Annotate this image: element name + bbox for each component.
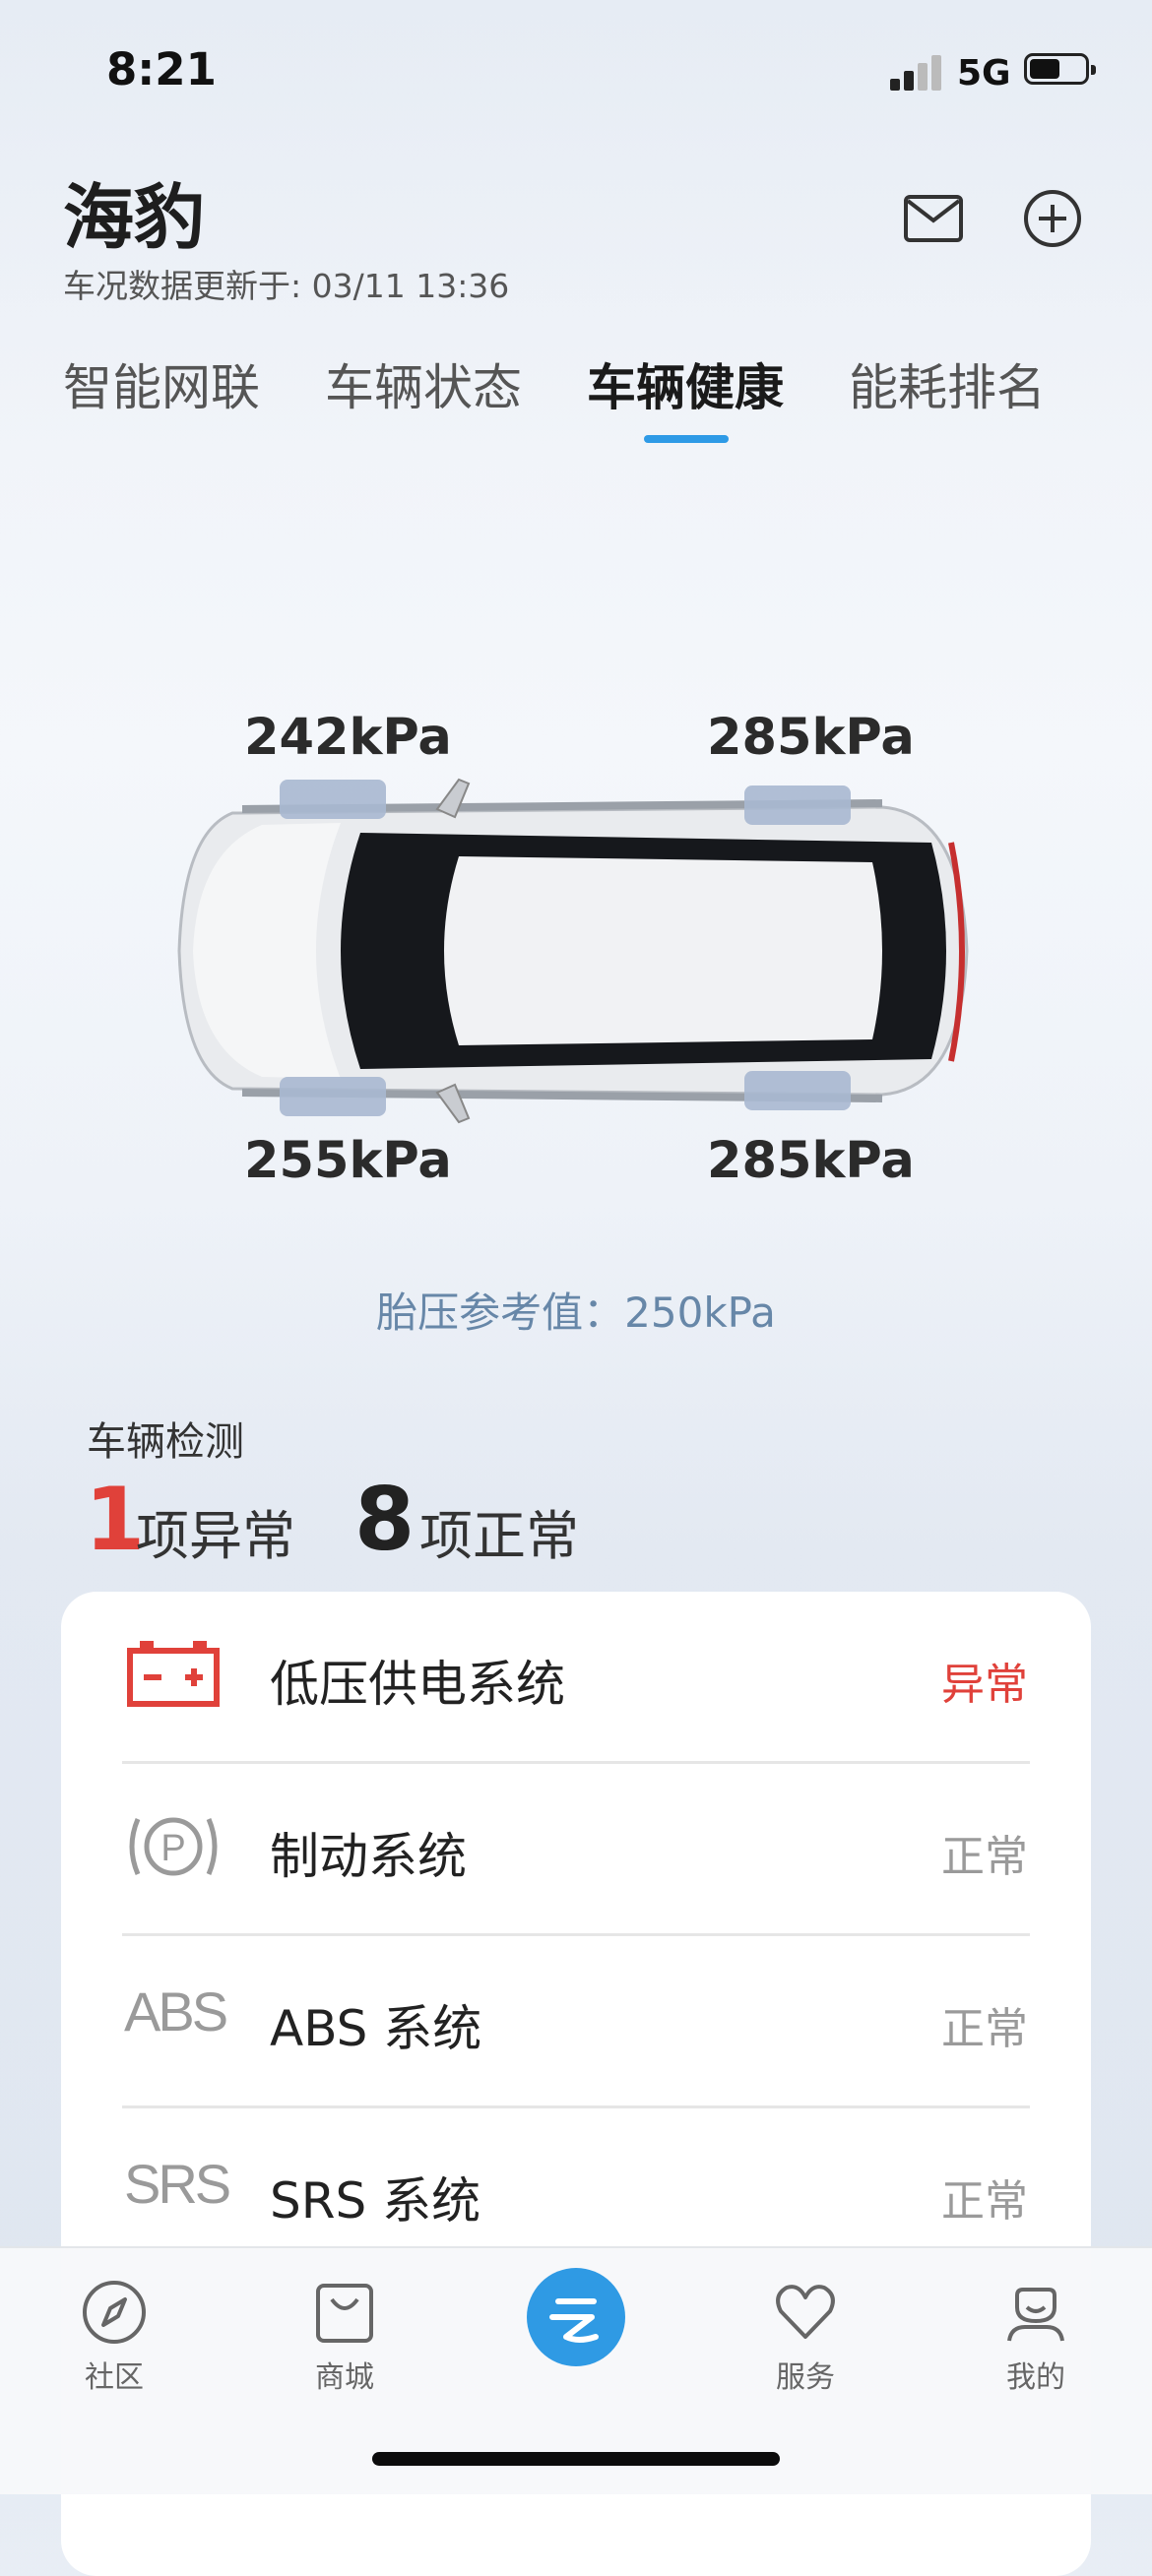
- tire-pressure-reference: 胎压参考值：250kPa: [376, 1288, 776, 1337]
- status-badge: 正常: [941, 2176, 1028, 2227]
- system-name: 制动系统: [270, 1828, 467, 1885]
- tire-pressure-front-left: 242kPa: [244, 709, 452, 767]
- tab-smart-connect[interactable]: 智能网联: [63, 348, 260, 419]
- abs-icon: ABS: [124, 1980, 228, 2042]
- srs-icon: SRS: [124, 2153, 231, 2215]
- active-tab-indicator: [644, 435, 729, 443]
- tab-energy-ranking[interactable]: 能耗排名: [849, 348, 1046, 419]
- system-row-low-voltage[interactable]: 低压供电系统 异常: [61, 1592, 1091, 1764]
- status-badge: 正常: [941, 1832, 1028, 1882]
- heart-icon: [776, 2285, 835, 2339]
- add-icon[interactable]: [1021, 187, 1084, 250]
- cloud-icon[interactable]: [527, 2268, 625, 2366]
- compass-icon: [83, 2281, 146, 2344]
- nav-service[interactable]: 服务: [736, 2278, 874, 2396]
- parking-brake-icon: P: [124, 1807, 223, 1886]
- system-row-abs[interactable]: ABS ABS 系统 正常: [61, 1936, 1091, 2108]
- tab-vehicle-status[interactable]: 车辆状态: [325, 348, 522, 419]
- cellular-signal-icon: [890, 55, 945, 91]
- tire-pressure-rear-left: 255kPa: [244, 1132, 452, 1190]
- normal-label: 项正常: [419, 1505, 579, 1567]
- nav-label: 社区: [85, 2360, 144, 2395]
- status-time: 8:21: [106, 43, 217, 95]
- normal-count: 8: [354, 1469, 416, 1570]
- update-timestamp: 车况数据更新于: 03/11 13:36: [63, 267, 510, 305]
- page-title: 海豹: [63, 176, 206, 259]
- nav-community[interactable]: 社区: [45, 2278, 183, 2396]
- system-row-brake[interactable]: P 制动系统 正常: [61, 1764, 1091, 1936]
- nav-label: 商城: [315, 2360, 374, 2395]
- abnormal-label: 项异常: [136, 1505, 295, 1567]
- shopping-bag-icon: [316, 2284, 373, 2343]
- svg-text:P: P: [160, 1828, 185, 1869]
- mail-icon[interactable]: [902, 187, 965, 250]
- status-badge: 正常: [941, 2004, 1028, 2054]
- car-top-view: [173, 774, 981, 1128]
- status-badge: 异常: [941, 1660, 1028, 1710]
- system-name: 低压供电系统: [270, 1656, 565, 1713]
- tire-pressure-rear-right: 285kPa: [707, 1132, 915, 1190]
- nav-label: 服务: [776, 2360, 835, 2395]
- network-type: 5G: [957, 53, 1011, 94]
- nav-label: 我的: [1006, 2360, 1065, 2395]
- home-indicator[interactable]: [372, 2452, 780, 2466]
- system-name: SRS 系统: [270, 2172, 481, 2230]
- nav-profile[interactable]: 我的: [967, 2278, 1105, 2396]
- battery-icon: [1024, 53, 1096, 85]
- tire-pressure-front-right: 285kPa: [707, 709, 915, 767]
- battery-icon: [124, 1635, 223, 1714]
- system-name: ABS 系统: [270, 2000, 482, 2057]
- detection-title: 车辆检测: [87, 1419, 244, 1465]
- tab-vehicle-health[interactable]: 车辆健康: [587, 348, 784, 419]
- nav-mall[interactable]: 商城: [276, 2278, 414, 2396]
- profile-icon: [1007, 2288, 1064, 2342]
